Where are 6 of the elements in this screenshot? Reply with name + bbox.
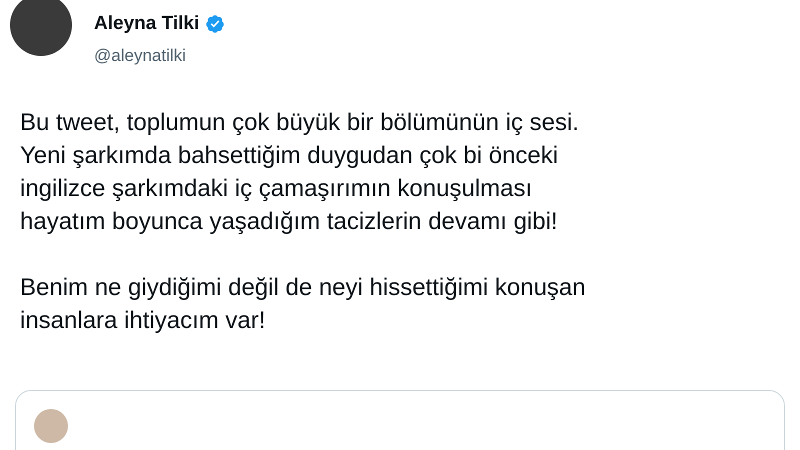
avatar-placeholder [10,0,72,56]
author-handle[interactable]: @aleynatilki [94,42,226,68]
blurred-avatar-placeholder [34,409,68,443]
author-name: Aleyna Tilki [94,12,200,36]
tweet-text: Benim ne giydiğimi değil de neyi hissettiğimi konuşan insanlara ihtiyacım var! [20,273,587,336]
tweet-text: Bu tweet, toplumun çok büyük bir bölümünün iç sesi. Yeni şarkımda bahsettiğim duygudan çok bi önceki ingilizce şarkımdaki iç çamaşırımın konuşulması hayatım boyunca yaşadığım tacizlerin devamı gibi! [20,108,580,237]
